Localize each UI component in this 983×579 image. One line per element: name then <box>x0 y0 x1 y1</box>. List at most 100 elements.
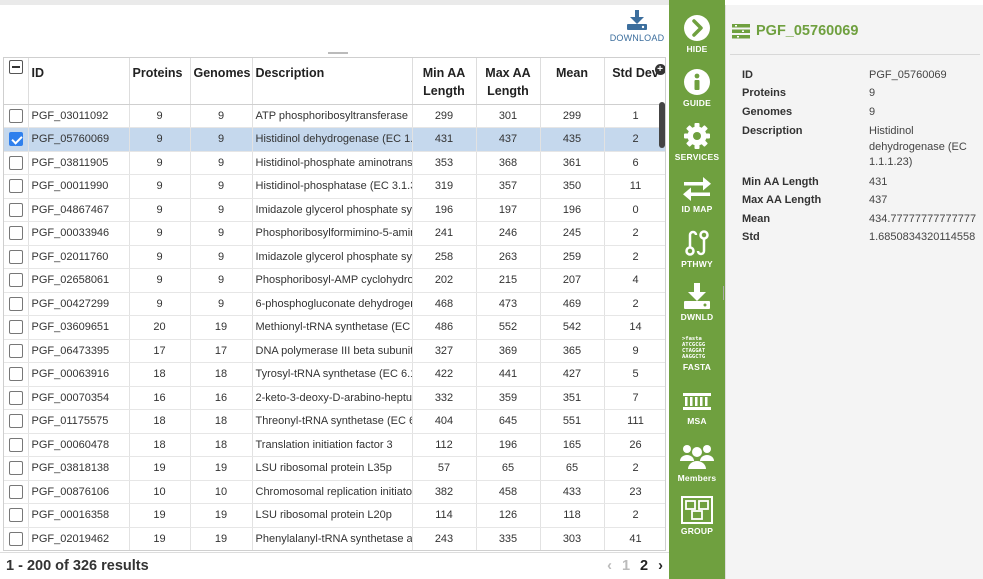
table-row[interactable]: PGF_05760069 9 9 Histidinol dehydrogenase (… <box>4 127 665 152</box>
action-pathway[interactable]: PTHWY <box>669 229 725 279</box>
table-row[interactable]: PGF_03011092 9 9 ATP phosphoribosyltransfer… <box>4 104 665 128</box>
page-2-current[interactable]: 2 <box>640 558 648 574</box>
table-row[interactable]: PGF_00016358 19 19 LSU ribosomal protein L2… <box>4 503 665 528</box>
table-row[interactable]: PGF_06473395 17 17 DNA polymerase III beta … <box>4 339 665 363</box>
row-checkbox[interactable] <box>8 437 23 452</box>
row-checkbox[interactable] <box>8 320 23 335</box>
cell-min: 332 <box>412 386 477 410</box>
cell-mean: 350 <box>540 174 605 199</box>
cell-max: 263 <box>476 245 541 269</box>
row-checkbox-cell <box>4 245 29 269</box>
row-checkbox[interactable] <box>8 202 23 217</box>
next-page-button[interactable]: › <box>658 558 663 574</box>
column-header-proteins[interactable]: Proteins <box>129 58 191 105</box>
cell-max: 126 <box>476 503 541 528</box>
cell-genomes: 17 <box>190 339 253 363</box>
cell-std: 26 <box>604 433 665 457</box>
table-row[interactable]: PGF_00011990 9 9 Histidinol-phosphatase (EC… <box>4 174 665 199</box>
action-fasta[interactable]: >fasta ATCGCGG CTAGGAT AAGGCTG FASTA <box>669 336 725 386</box>
table-row[interactable]: PGF_00070354 16 16 2-keto-3-deoxy-D-arabino… <box>4 386 665 410</box>
row-checkbox[interactable] <box>8 390 23 405</box>
cell-id: PGF_03811905 <box>28 151 130 175</box>
table-row[interactable]: PGF_00033946 9 9 Phosphoribosylformimino-5-… <box>4 221 665 246</box>
resize-handle[interactable] <box>328 52 348 54</box>
swap-arrows-icon <box>683 177 711 201</box>
column-header-description[interactable]: Description <box>252 58 413 105</box>
table-row[interactable]: PGF_02658061 9 9 Phosphoribosyl-AMP cyclohy… <box>4 268 665 293</box>
row-checkbox[interactable] <box>8 367 23 382</box>
table-row[interactable]: PGF_00063916 18 18 Tyrosyl-tRNA synthetase … <box>4 362 665 387</box>
action-fasta-label: FASTA <box>682 362 712 372</box>
page-1-link[interactable]: 1 <box>622 558 630 574</box>
action-hide[interactable]: HIDE <box>669 14 725 64</box>
action-members[interactable]: Members <box>669 441 725 491</box>
cell-genomes: 19 <box>190 503 253 528</box>
cell-min: 319 <box>412 174 477 199</box>
row-checkbox[interactable] <box>8 179 23 194</box>
row-checkbox[interactable] <box>8 249 23 264</box>
cell-mean: 551 <box>540 409 605 434</box>
table-row[interactable]: PGF_00876106 10 10 Chromosomal replication … <box>4 480 665 504</box>
action-id-map[interactable]: ID MAP <box>669 176 725 226</box>
cell-description: Imidazole glycerol phosphate synthase <box>252 198 413 222</box>
cell-std: 2 <box>604 456 665 481</box>
cell-description: 6-phosphogluconate dehydrogenase <box>252 292 413 316</box>
cell-mean: 118 <box>540 503 605 528</box>
table-row[interactable]: PGF_00060478 18 18 Translation initiation f… <box>4 433 665 457</box>
table-scrollbar[interactable] <box>659 102 665 148</box>
row-checkbox[interactable] <box>8 226 23 241</box>
table-row[interactable]: PGF_03811905 9 9 Histidinol-phosphate amino… <box>4 151 665 175</box>
action-services[interactable]: SERVICES <box>669 122 725 172</box>
add-column-icon[interactable]: + <box>654 64 665 75</box>
row-checkbox[interactable] <box>8 414 23 429</box>
row-checkbox[interactable] <box>8 508 23 523</box>
row-checkbox[interactable] <box>8 461 23 476</box>
row-checkbox[interactable] <box>8 296 23 311</box>
row-checkbox[interactable] <box>8 132 23 147</box>
table-row[interactable]: PGF_02019462 19 19 Phenylalanyl-tRNA synthe… <box>4 527 665 550</box>
action-msa[interactable]: MSA <box>669 390 725 440</box>
row-checkbox[interactable] <box>8 343 23 358</box>
action-download[interactable]: DWNLD <box>669 282 725 332</box>
cell-min: 243 <box>412 527 477 550</box>
table-row[interactable]: PGF_04867467 9 9 Imidazole glycerol phospha… <box>4 198 665 222</box>
column-header-mean[interactable]: Mean <box>540 58 605 105</box>
cell-genomes: 9 <box>190 292 253 316</box>
details-value: PGF_05760069 <box>869 69 947 81</box>
cell-genomes: 16 <box>190 386 253 410</box>
row-checkbox[interactable] <box>8 484 23 499</box>
cell-std: 2 <box>604 292 665 316</box>
table-row[interactable]: PGF_03609651 20 19 Methionyl-tRNA synthetas… <box>4 315 665 340</box>
cell-id: PGF_03609651 <box>28 315 130 340</box>
select-all-checkbox[interactable] <box>4 58 29 105</box>
cell-max: 369 <box>476 339 541 363</box>
cell-std: 23 <box>604 480 665 504</box>
pager: ‹ 1 2 › <box>601 558 663 574</box>
row-checkbox[interactable] <box>8 531 23 546</box>
table-row[interactable]: PGF_01175575 18 18 Threonyl-tRNA synthetase… <box>4 409 665 434</box>
cell-min: 196 <box>412 198 477 222</box>
column-header-genomes[interactable]: Genomes <box>190 58 253 105</box>
table-row[interactable]: PGF_00427299 9 9 6-phosphogluconate dehydro… <box>4 292 665 316</box>
column-header-max-aa-length[interactable]: Max AA Length <box>476 58 541 105</box>
download-button[interactable]: DOWNLOAD <box>608 9 666 55</box>
column-header-min-aa-length[interactable]: Min AA Length <box>412 58 477 105</box>
details-key: Description <box>742 125 803 137</box>
row-checkbox-cell <box>4 198 29 222</box>
cell-std: 7 <box>604 386 665 410</box>
cell-description: Imidazole glycerol phosphate synthase <box>252 245 413 269</box>
table-row[interactable]: PGF_02011760 9 9 Imidazole glycerol phospha… <box>4 245 665 269</box>
prev-page-button[interactable]: ‹ <box>607 558 612 574</box>
table-row[interactable]: PGF_03818138 19 19 LSU ribosomal protein L3… <box>4 456 665 481</box>
cell-std: 1 <box>604 104 665 128</box>
row-checkbox[interactable] <box>8 273 23 288</box>
action-group[interactable]: GROUP <box>669 496 725 546</box>
cell-mean: 351 <box>540 386 605 410</box>
row-checkbox[interactable] <box>8 155 23 170</box>
download-icon <box>627 10 647 30</box>
column-header-std-dev[interactable]: Std Dev + <box>604 58 665 105</box>
column-header-id[interactable]: ID <box>28 58 130 105</box>
action-guide[interactable]: GUIDE <box>669 68 725 118</box>
cell-description: Phosphoribosylformimino-5-aminoimidazole <box>252 221 413 246</box>
row-checkbox[interactable] <box>8 108 23 123</box>
